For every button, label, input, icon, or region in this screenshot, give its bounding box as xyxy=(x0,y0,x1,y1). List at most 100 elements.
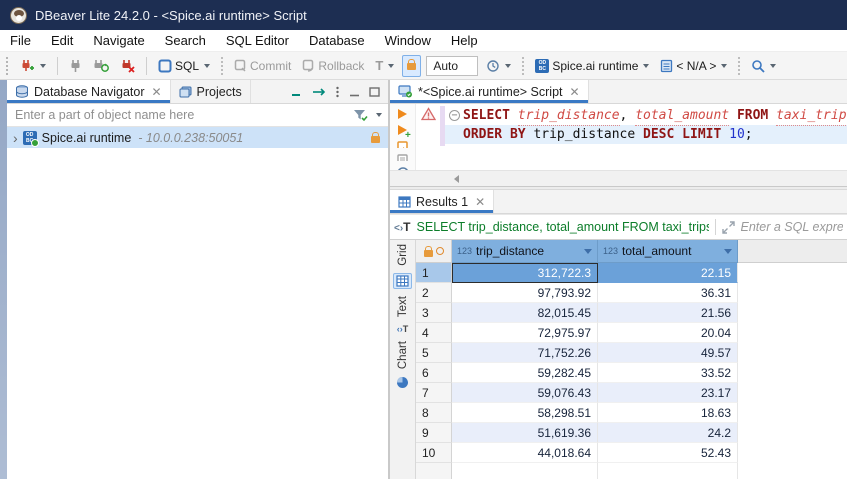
tab-sql-script[interactable]: *<Spice.ai runtime> Script ✕ xyxy=(390,80,589,103)
dbeaver-app-icon xyxy=(10,7,27,24)
menu-item-navigate[interactable]: Navigate xyxy=(93,33,144,48)
filter-expression-input[interactable]: Enter a SQL expression to xyxy=(741,220,843,234)
sql-identifier: trip_distance xyxy=(533,125,635,144)
results-panel: Results 1 ✕ <›T SELECT trip_distance, to… xyxy=(390,190,847,479)
window-titlebar: DBeaver Lite 24.2.0 - <Spice.ai runtime>… xyxy=(0,0,847,30)
disconnect-button[interactable] xyxy=(117,57,138,75)
maximize-view-icon[interactable] xyxy=(369,87,380,97)
active-connection-selector[interactable]: ODBC Spice.ai runtime xyxy=(532,57,652,75)
tree-item-spice-connection[interactable]: › ODBC Spice.ai runtime - 10.0.0.238:500… xyxy=(7,127,388,148)
menu-bar: File Edit Navigate Search SQL Editor Dat… xyxy=(0,30,847,52)
navigator-tab-strip: Database Navigator ✕ Projects xyxy=(7,80,388,104)
editor-toolbar xyxy=(390,104,416,170)
tab-grid-label[interactable]: Grid xyxy=(397,244,409,266)
chevron-down-icon xyxy=(40,64,46,68)
tab-results-1[interactable]: Results 1 ✕ xyxy=(390,190,494,213)
search-icon xyxy=(751,59,765,73)
tab-projects[interactable]: Projects xyxy=(171,80,251,103)
menu-item-edit[interactable]: Edit xyxy=(51,33,73,48)
view-menu-icon[interactable] xyxy=(335,86,340,98)
script-log-icon[interactable] xyxy=(396,154,410,161)
grid-empty-area xyxy=(416,463,847,479)
tab-chart-label[interactable]: Chart xyxy=(397,341,409,369)
close-icon[interactable]: ✕ xyxy=(475,195,485,209)
filter-icon[interactable] xyxy=(353,109,368,122)
execute-script-icon[interactable] xyxy=(396,141,410,148)
circle-icon xyxy=(436,247,444,255)
odbc-connection-icon: ODBC xyxy=(535,59,549,73)
connect-button[interactable] xyxy=(66,57,85,75)
sql-line-2: −ORDER BY trip_distance DESC LIMIT 10; xyxy=(445,125,847,144)
minimize-panel-icon[interactable] xyxy=(291,87,303,97)
table-row[interactable]: 10 44,018.64 52.43 xyxy=(416,443,847,463)
sql-identifier: taxi_trips xyxy=(776,106,847,126)
table-row[interactable]: 4 72,975.97 20.04 xyxy=(416,323,847,343)
chevron-down-icon xyxy=(721,64,727,68)
tab-text[interactable]: ‹›T xyxy=(397,324,409,334)
table-row[interactable]: 7 59,076.43 23.17 xyxy=(416,383,847,403)
menu-item-file[interactable]: File xyxy=(10,33,31,48)
execute-new-tab-button[interactable] xyxy=(398,125,407,135)
table-row[interactable]: 3 82,015.45 21.56 xyxy=(416,303,847,323)
toolbar-drag-handle[interactable] xyxy=(6,57,10,75)
grid-corner-cell[interactable] xyxy=(416,240,452,263)
commit-icon xyxy=(234,59,247,72)
menu-item-window[interactable]: Window xyxy=(385,33,431,48)
clock-icon xyxy=(486,59,500,73)
chevron-down-icon[interactable] xyxy=(376,113,382,117)
expand-filter-icon[interactable] xyxy=(722,221,735,234)
transaction-log-button[interactable] xyxy=(483,57,514,75)
sort-filter-icon[interactable] xyxy=(724,249,732,254)
active-schema-selector[interactable]: < N/A > xyxy=(657,57,730,75)
chevron-down-icon xyxy=(388,64,394,68)
link-editor-icon[interactable] xyxy=(312,87,326,97)
main-toolbar: SQL Commit Rollback T Auto ODBC Spice.ai… xyxy=(0,52,847,80)
search-button[interactable] xyxy=(748,57,779,75)
grid-icon xyxy=(396,275,409,287)
table-row[interactable]: 8 58,298.51 18.63 xyxy=(416,403,847,423)
editor-horizontal-scrollbar[interactable] xyxy=(390,170,847,186)
result-view-tabs: Grid Text ‹›T Chart xyxy=(390,240,416,479)
sql-editor-button[interactable]: SQL xyxy=(155,57,213,75)
sort-filter-icon[interactable] xyxy=(584,249,592,254)
new-connection-button[interactable] xyxy=(17,57,49,75)
window-left-edge xyxy=(0,80,7,479)
sql-text-icon: <›T xyxy=(394,220,411,234)
plug-icon xyxy=(69,59,82,73)
tab-grid[interactable] xyxy=(393,273,412,289)
pie-chart-icon[interactable] xyxy=(396,376,409,389)
connection-lock-button[interactable] xyxy=(402,55,421,77)
commit-mode-combo[interactable]: Auto xyxy=(426,56,478,76)
minimize-view-icon[interactable] xyxy=(349,87,360,97)
menu-item-help[interactable]: Help xyxy=(451,33,478,48)
table-row[interactable]: 2 97,793.92 36.31 xyxy=(416,283,847,303)
tab-text-label[interactable]: Text xyxy=(397,296,409,317)
results-grid: 123 trip_distance 123 total_amount 1 xyxy=(416,240,847,479)
table-row[interactable]: 1 312,722.3 22.15 xyxy=(416,263,847,283)
commit-button[interactable]: Commit xyxy=(231,57,294,75)
fold-collapse-icon[interactable]: − xyxy=(449,110,460,121)
menu-item-database[interactable]: Database xyxy=(309,33,365,48)
object-filter-input[interactable] xyxy=(15,108,347,122)
table-row[interactable]: 5 71,752.26 49.57 xyxy=(416,343,847,363)
column-header-total-amount[interactable]: 123 total_amount xyxy=(598,240,738,263)
table-row[interactable]: 9 51,619.36 24.2 xyxy=(416,423,847,443)
sql-identifier: trip_distance xyxy=(518,106,620,126)
tab-database-navigator[interactable]: Database Navigator ✕ xyxy=(7,80,171,103)
execute-statement-button[interactable] xyxy=(398,109,407,119)
rollback-button[interactable]: Rollback xyxy=(299,57,367,75)
menu-item-sql-editor[interactable]: SQL Editor xyxy=(226,33,289,48)
close-icon[interactable]: ✕ xyxy=(570,85,580,99)
sql-code-area[interactable]: −SELECT trip_distance, total_amount FROM… xyxy=(445,104,847,170)
reconnect-button[interactable] xyxy=(90,57,112,75)
sql-line-1: −SELECT trip_distance, total_amount FROM… xyxy=(445,106,847,125)
menu-item-search[interactable]: Search xyxy=(165,33,206,48)
column-header-trip-distance[interactable]: 123 trip_distance xyxy=(452,240,598,263)
table-row[interactable]: 6 59,282.45 33.52 xyxy=(416,363,847,383)
transaction-mode-button[interactable]: T xyxy=(372,56,397,75)
connection-tree: › ODBC Spice.ai runtime - 10.0.0.238:500… xyxy=(7,127,388,479)
scroll-left-icon[interactable] xyxy=(454,175,459,183)
expander-icon[interactable]: › xyxy=(13,133,18,143)
sql-editor: −SELECT trip_distance, total_amount FROM… xyxy=(390,104,847,170)
close-icon[interactable]: ✕ xyxy=(151,85,161,99)
